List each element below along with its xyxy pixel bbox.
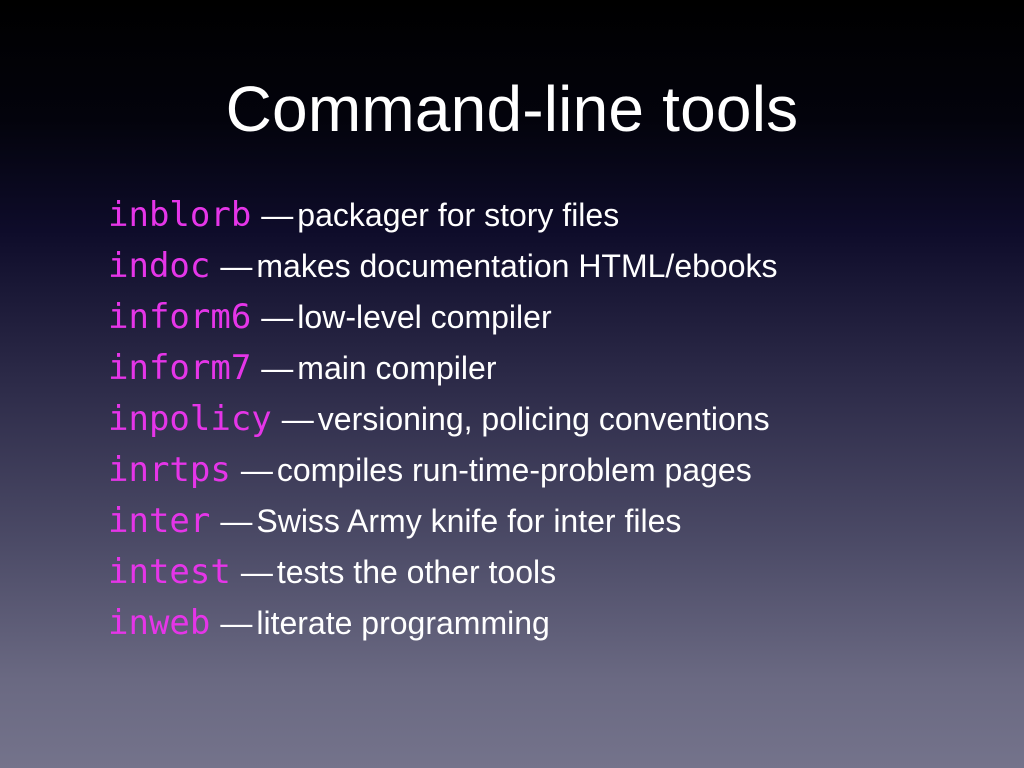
tool-separator: — <box>261 350 294 386</box>
tool-row-indoc: indoc — makes documentation HTML/ebooks <box>108 241 778 292</box>
tool-row-intest: intest — tests the other tools <box>108 547 778 598</box>
slide: Command-line tools inblorb — packager for… <box>0 0 1024 768</box>
tool-name: inter <box>108 501 211 541</box>
tool-row-inblorb: inblorb — packager for story files <box>108 190 778 241</box>
tool-row-inter: inter — Swiss Army knife for inter files <box>108 496 778 547</box>
tool-description: versioning, policing conventions <box>317 401 770 437</box>
tool-name: inform6 <box>108 297 252 337</box>
tool-separator: — <box>261 197 294 233</box>
tool-row-inpolicy: inpolicy — versioning, policing conventio… <box>108 394 778 445</box>
tool-separator: — <box>240 554 273 590</box>
tool-description: literate programming <box>256 605 550 641</box>
tool-name: inform7 <box>108 348 252 388</box>
tool-row-inform6: inform6— low-level compiler <box>108 292 778 343</box>
tool-description: low-level compiler <box>297 299 552 335</box>
tool-row-inweb: inweb — literate programming <box>108 598 778 649</box>
tool-separator: — <box>220 605 253 641</box>
slide-title: Command-line tools <box>225 73 799 145</box>
tool-description: packager for story files <box>297 197 620 233</box>
tool-name: indoc <box>108 246 211 286</box>
tool-description: main compiler <box>297 350 497 386</box>
tool-description: Swiss Army knife for inter files <box>256 503 682 539</box>
tool-separator: — <box>240 452 273 488</box>
tool-list: inblorb — packager for story files indoc —… <box>108 190 778 649</box>
tool-separator: — <box>220 503 253 539</box>
tool-name: intest <box>108 552 231 592</box>
tool-description: compiles run-time-problem pages <box>276 452 752 488</box>
tool-description: makes documentation HTML/ebooks <box>256 248 778 284</box>
tool-separator: — <box>220 248 253 284</box>
tool-separator: — <box>261 299 294 335</box>
tool-name: inpolicy <box>108 399 272 439</box>
tool-row-inform7: inform7— main compiler <box>108 343 778 394</box>
tool-name: inblorb <box>108 195 252 235</box>
tool-separator: — <box>281 401 314 437</box>
tool-row-inrtps: inrtps — compiles run-time-problem pages <box>108 445 778 496</box>
tool-description: tests the other tools <box>276 554 557 590</box>
tool-name: inweb <box>108 603 211 643</box>
tool-name: inrtps <box>108 450 231 490</box>
